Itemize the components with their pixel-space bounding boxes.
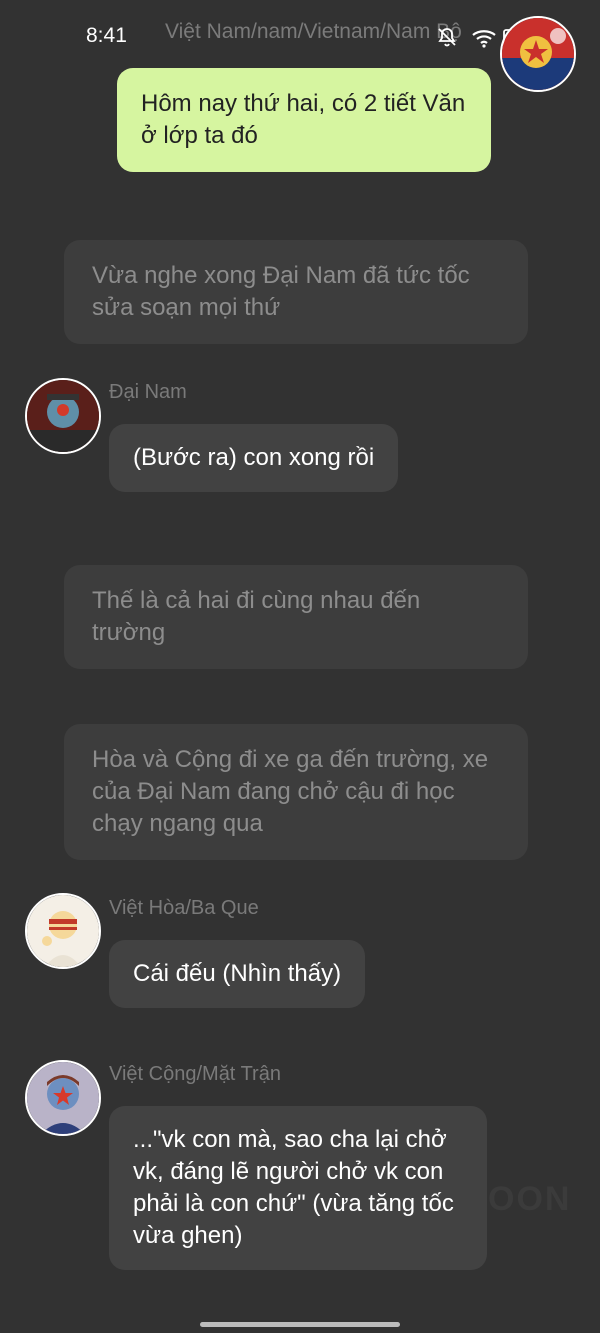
- message-bubble: (Bước ra) con xong rồi: [109, 424, 399, 492]
- chat-header-name: Việt Nam/nam/Vietnam/Nam Bộ: [165, 20, 462, 43]
- avatar-viet-hoa[interactable]: [25, 893, 101, 969]
- speaker-name: Việt Cộng/Mặt Trận: [109, 1063, 281, 1085]
- narration-bubble: Vừa nghe xong Đại Nam đã tức tốc sửa soạ…: [64, 240, 528, 344]
- message-bubble: Cái đếu (Nhìn thấy): [109, 940, 366, 1008]
- status-time: 8:41: [86, 24, 127, 47]
- narration-bubble: Hòa và Cộng đi xe ga đến trường, xe của …: [64, 724, 528, 860]
- watermark: OON: [488, 1180, 572, 1218]
- avatar-dai-nam[interactable]: [25, 378, 101, 454]
- speaker-name: Việt Hòa/Ba Que: [109, 897, 259, 919]
- speaker-name: Đại Nam: [109, 381, 187, 403]
- bell-off-icon: [438, 28, 456, 47]
- message-bubble: ..."vk con mà, sao cha lại chở vk, đáng …: [109, 1106, 487, 1270]
- avatar-viet-cong[interactable]: [25, 1060, 101, 1136]
- message-bubble-me: Hôm nay thứ hai, có 2 tiết Văn ở lớp ta …: [117, 68, 491, 172]
- narration-bubble: Thế là cả hai đi cùng nhau đến trường: [64, 565, 528, 669]
- wifi-icon: [472, 30, 496, 48]
- avatar-me[interactable]: [500, 16, 576, 92]
- home-indicator[interactable]: [200, 1322, 400, 1327]
